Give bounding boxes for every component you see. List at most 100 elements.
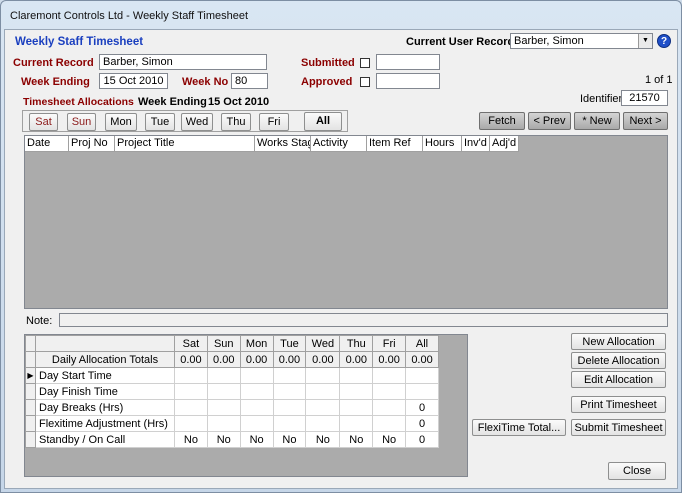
- cell[interactable]: 0: [405, 431, 439, 448]
- cell[interactable]: No: [305, 431, 341, 448]
- window-title: Claremont Controls Ltd - Weekly Staff Ti…: [10, 10, 249, 22]
- table-row[interactable]: Standby / On Call No No No No No No No 0: [25, 431, 439, 448]
- cell[interactable]: [405, 383, 439, 400]
- submitted-field[interactable]: [376, 54, 440, 70]
- cell[interactable]: [272, 367, 307, 384]
- title-bar: Claremont Controls Ltd - Weekly Staff Ti…: [1, 1, 681, 29]
- cell[interactable]: [305, 415, 341, 432]
- cell[interactable]: 0: [405, 399, 439, 416]
- tab-tue[interactable]: Tue: [145, 113, 175, 131]
- grid-col-adjd[interactable]: Adj'd: [490, 136, 519, 152]
- cell[interactable]: [239, 367, 274, 384]
- cell[interactable]: [339, 399, 374, 416]
- allocations-grid[interactable]: Date Proj No Project Title Works Stage A…: [24, 135, 668, 309]
- tab-mon[interactable]: Mon: [105, 113, 137, 131]
- cell[interactable]: No: [174, 431, 208, 448]
- grid-header-row: Date Proj No Project Title Works Stage A…: [25, 136, 519, 152]
- cell[interactable]: [305, 383, 341, 400]
- approved-checkbox[interactable]: [360, 77, 370, 87]
- cell[interactable]: No: [272, 431, 307, 448]
- cell[interactable]: [174, 415, 208, 432]
- cell[interactable]: [239, 415, 274, 432]
- grid-col-proj-no[interactable]: Proj No: [69, 136, 115, 152]
- table-row[interactable]: Day Finish Time: [25, 383, 439, 400]
- tab-fri[interactable]: Fri: [259, 113, 289, 131]
- grid-col-works-stage[interactable]: Works Stage: [255, 136, 311, 152]
- cell[interactable]: [372, 383, 407, 400]
- note-field[interactable]: [59, 313, 668, 327]
- cell[interactable]: [339, 415, 374, 432]
- cell[interactable]: [339, 367, 374, 384]
- grid-col-activity[interactable]: Activity: [311, 136, 367, 152]
- delete-allocation-button[interactable]: Delete Allocation: [571, 352, 666, 369]
- help-icon[interactable]: ?: [657, 34, 671, 48]
- flexitime-total-button[interactable]: FlexiTime Total...: [472, 419, 566, 436]
- new-button[interactable]: * New: [574, 112, 620, 130]
- cell[interactable]: [174, 383, 208, 400]
- cell[interactable]: [174, 367, 208, 384]
- grid-col-item-ref[interactable]: Item Ref: [367, 136, 423, 152]
- week-ending-field[interactable]: 15 Oct 2010: [99, 73, 168, 89]
- cell[interactable]: [372, 415, 407, 432]
- next-button[interactable]: Next >: [623, 112, 668, 130]
- week-no-field[interactable]: 80: [231, 73, 268, 89]
- identifier-field[interactable]: 21570: [621, 90, 668, 106]
- summary-col-tue: Tue: [272, 335, 307, 352]
- cell[interactable]: [206, 383, 241, 400]
- current-user-combo[interactable]: Barber, Simon ▼: [510, 33, 653, 49]
- allocations-week-ending-value: 15 Oct 2010: [208, 96, 270, 108]
- table-row[interactable]: Day Breaks (Hrs) 0: [25, 399, 439, 416]
- cell[interactable]: [372, 399, 407, 416]
- cell[interactable]: [206, 399, 241, 416]
- cell[interactable]: [305, 399, 341, 416]
- tab-all[interactable]: All: [304, 112, 342, 131]
- cell[interactable]: [272, 383, 307, 400]
- cell[interactable]: [239, 399, 274, 416]
- fetch-button[interactable]: Fetch: [479, 112, 525, 130]
- table-row[interactable]: ▶ Day Start Time: [25, 367, 439, 384]
- cell[interactable]: [174, 399, 208, 416]
- total-sun: 0.00: [206, 351, 241, 368]
- cell[interactable]: [272, 399, 307, 416]
- grid-col-hours[interactable]: Hours: [423, 136, 462, 152]
- grid-col-invd[interactable]: Inv'd: [462, 136, 490, 152]
- cell[interactable]: [272, 415, 307, 432]
- cell[interactable]: [339, 383, 374, 400]
- cell[interactable]: No: [339, 431, 374, 448]
- grid-col-date[interactable]: Date: [25, 136, 69, 152]
- row-label: Day Finish Time: [35, 383, 175, 400]
- approved-field[interactable]: [376, 73, 440, 89]
- prev-button[interactable]: < Prev: [528, 112, 571, 130]
- tab-wed[interactable]: Wed: [181, 113, 213, 131]
- current-record-field[interactable]: Barber, Simon: [99, 54, 267, 70]
- approved-label: Approved: [301, 76, 353, 88]
- new-allocation-button[interactable]: New Allocation: [571, 333, 666, 350]
- cell[interactable]: No: [239, 431, 274, 448]
- cell[interactable]: 0: [405, 415, 439, 432]
- cell[interactable]: [305, 367, 341, 384]
- tab-sat[interactable]: Sat: [29, 113, 58, 131]
- week-ending-label: Week Ending: [21, 76, 90, 88]
- tab-thu[interactable]: Thu: [221, 113, 251, 131]
- print-timesheet-button[interactable]: Print Timesheet: [571, 396, 666, 413]
- cell[interactable]: No: [372, 431, 407, 448]
- grid-col-project-title[interactable]: Project Title: [115, 136, 255, 152]
- daily-summary-table: Sat Sun Mon Tue Wed Thu Fri All Daily Al…: [25, 335, 439, 448]
- close-button[interactable]: Close: [608, 462, 666, 480]
- cell[interactable]: [239, 383, 274, 400]
- summary-col-sat: Sat: [174, 335, 208, 352]
- cell[interactable]: [206, 415, 241, 432]
- cell[interactable]: [206, 367, 241, 384]
- table-row[interactable]: Flexitime Adjustment (Hrs) 0: [25, 415, 439, 432]
- current-record-label: Current Record: [13, 57, 94, 69]
- submit-timesheet-button[interactable]: Submit Timesheet: [571, 419, 666, 436]
- cell[interactable]: [372, 367, 407, 384]
- tab-sun[interactable]: Sun: [67, 113, 96, 131]
- cell[interactable]: [405, 367, 439, 384]
- total-sat: 0.00: [174, 351, 208, 368]
- edit-allocation-button[interactable]: Edit Allocation: [571, 371, 666, 388]
- cell[interactable]: No: [206, 431, 241, 448]
- submitted-checkbox[interactable]: [360, 58, 370, 68]
- chevron-down-icon[interactable]: ▼: [638, 34, 652, 48]
- form-client-area: Weekly Staff Timesheet Current User Reco…: [4, 29, 678, 489]
